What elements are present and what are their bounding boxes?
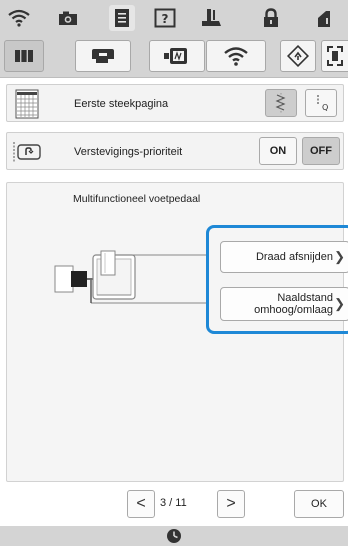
clock-icon[interactable]	[166, 528, 182, 544]
zigzag-stitch-icon	[275, 93, 286, 113]
machine-tab[interactable]	[75, 40, 131, 72]
on-button[interactable]: ON	[259, 137, 297, 165]
document-icon[interactable]	[109, 5, 135, 31]
help-icon[interactable]: ?	[152, 6, 178, 30]
prev-page-button[interactable]: <	[127, 490, 155, 518]
wifi-tab-icon	[224, 47, 248, 66]
foot-pedal-panel: Multifunctioneel voetpedaal Draad afsnij…	[6, 182, 348, 482]
foot-pedal-title: Multifunctioneel voetpedaal	[73, 193, 201, 205]
quilt-stitch-icon: Q	[317, 95, 328, 112]
next-page-button[interactable]: >	[217, 490, 245, 518]
screen-tab[interactable]	[321, 40, 348, 72]
utility-stitch-button[interactable]	[265, 89, 297, 117]
status-bar: ?	[0, 0, 348, 36]
wifi-icon[interactable]	[6, 6, 32, 30]
screen-tab-icon	[327, 46, 343, 66]
stabilizer-icon	[12, 140, 44, 164]
embroidery-tab[interactable]	[149, 40, 205, 72]
svg-text:?: ?	[162, 12, 169, 26]
thread-cut-button[interactable]: Draad afsnijden ❯	[220, 241, 348, 273]
settings-tab[interactable]	[4, 40, 44, 72]
wifi-tab[interactable]	[206, 40, 266, 72]
needle-position-button[interactable]: Naaldstand omhoog/omlaag ❯	[220, 287, 348, 321]
reset-tab[interactable]	[280, 40, 316, 72]
chevron-right-icon: ❯	[334, 249, 345, 264]
bottom-bar	[0, 526, 348, 546]
stabilizer-priority-row: Verstevigings-prioriteit ON OFF	[6, 132, 344, 170]
first-stitch-page-row: Eerste steekpagina Q	[6, 84, 344, 122]
needle-position-label: Naaldstand omhoog/omlaag	[254, 292, 333, 316]
foot-pedal-illustration	[53, 245, 209, 305]
settings-tab-icon	[15, 50, 33, 62]
category-tab-row	[0, 36, 348, 78]
ok-button[interactable]: OK	[294, 490, 344, 518]
needle-icon[interactable]	[312, 6, 338, 30]
lock-icon[interactable]	[258, 6, 284, 30]
machine-tab-icon	[92, 49, 114, 63]
reset-tab-icon	[287, 45, 309, 67]
thread-cut-label: Draad afsnijden	[255, 251, 333, 263]
quilt-stitch-button[interactable]: Q	[305, 89, 337, 117]
presser-foot-icon[interactable]	[198, 6, 224, 30]
camera-icon[interactable]	[55, 6, 81, 30]
page-indicator: 3 / 11	[160, 497, 187, 509]
stabilizer-priority-label: Verstevigings-prioriteit	[74, 146, 183, 158]
stitch-grid-icon	[12, 89, 42, 119]
chevron-right-icon: ❯	[334, 296, 345, 311]
svg-text:Q: Q	[322, 103, 328, 112]
embroidery-tab-icon	[164, 48, 187, 64]
off-button[interactable]: OFF	[302, 137, 340, 165]
first-stitch-page-label: Eerste steekpagina	[74, 98, 169, 110]
